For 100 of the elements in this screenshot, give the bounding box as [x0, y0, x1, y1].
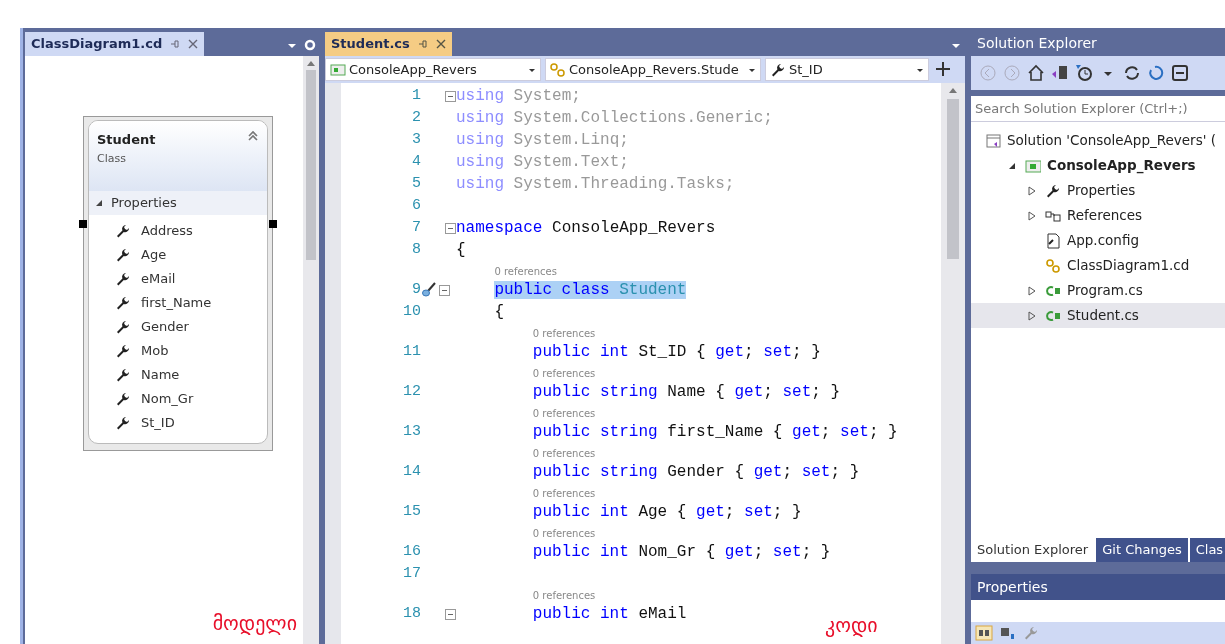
scroll-up-icon[interactable] — [307, 60, 315, 66]
property-name: Address — [141, 221, 193, 240]
navigation-dropdown[interactable]: ConsoleApp_Revers.Stude — [545, 58, 761, 81]
code-line: public int Nom_Gr { get; set; } — [532, 543, 831, 561]
property-name: eMail — [141, 269, 176, 288]
tree-item[interactable]: Properties — [971, 178, 1225, 203]
navigation-dropdown[interactable]: ConsoleApp_Revers — [325, 58, 541, 81]
wrench-icon — [770, 61, 786, 78]
panel-tab[interactable]: Clas — [1189, 538, 1225, 562]
project-icon — [1025, 157, 1041, 174]
tree-item[interactable]: Program.cs — [971, 278, 1225, 303]
scrollbar-thumb[interactable] — [947, 99, 959, 259]
wrench-icon — [1045, 182, 1061, 199]
sync-icon[interactable] — [1123, 64, 1141, 82]
reference-count[interactable]: 0 references — [532, 486, 596, 501]
code-line: public int eMail — [532, 605, 687, 623]
fold-toggle[interactable] — [445, 608, 456, 620]
expanded-triangle-icon[interactable] — [95, 198, 103, 207]
panel-tab[interactable]: Git Changes — [1096, 538, 1188, 562]
tree-item[interactable]: App.config — [971, 228, 1225, 253]
scrollbar[interactable] — [941, 83, 965, 644]
code-line: { — [456, 241, 466, 259]
reference-count[interactable]: 0 references — [532, 366, 596, 381]
reference-count[interactable]: 0 references — [532, 526, 596, 541]
close-icon[interactable] — [188, 39, 199, 49]
tree-item[interactable]: Solution 'ConsoleApp_Revers' ( — [971, 128, 1225, 153]
panel-title: Solution Explorer — [976, 33, 1098, 53]
code-line: using System.Collections.Generic; — [456, 109, 773, 127]
fold-toggle[interactable] — [445, 222, 456, 234]
navigation-dropdown[interactable]: St_ID — [765, 58, 929, 81]
document-tab[interactable]: Student.cs — [325, 32, 452, 56]
tree-item[interactable]: ClassDiagram1.cd — [971, 253, 1225, 278]
brush-icon[interactable] — [421, 282, 437, 298]
property-name: Nom_Gr — [141, 389, 194, 408]
pin-icon[interactable] — [170, 39, 181, 49]
line-number: 16 — [402, 541, 421, 562]
scrollbar[interactable] — [303, 56, 319, 644]
line-number: 5 — [411, 173, 421, 194]
alphabetical-icon[interactable] — [999, 625, 1017, 641]
fold-toggle[interactable] — [445, 90, 456, 102]
search-field[interactable]: Search Solution Explorer (Ctrl+;) — [971, 96, 1225, 122]
selection-handle[interactable] — [269, 220, 277, 228]
code-line: namespace ConsoleApp_Revers — [456, 219, 716, 237]
reference-count[interactable]: 0 references — [532, 446, 596, 461]
code-line: public int Age { get; set; } — [532, 503, 802, 521]
reference-count[interactable]: 0 references — [532, 588, 596, 603]
code-line: using System; — [456, 87, 581, 105]
scrollbar-thumb[interactable] — [306, 70, 316, 260]
reference-count[interactable]: 0 references — [532, 406, 596, 421]
property-name: Gender — [141, 317, 189, 336]
document-tab[interactable]: ClassDiagram1.cd — [25, 32, 205, 56]
refresh-icon[interactable] — [1147, 64, 1165, 82]
property-name: St_ID — [141, 413, 175, 432]
class-shape[interactable]: Student Class Properties Address Age eMail first_Name Gender Mob Name Nom_Gr St_ID — [83, 116, 273, 451]
pin-icon[interactable] — [417, 39, 428, 49]
scroll-up-icon[interactable] — [949, 87, 957, 93]
code-line: public string Gender { get; set; } — [532, 463, 860, 481]
line-number: 7 — [411, 217, 421, 238]
code-line: { — [494, 303, 504, 321]
code-line: public string Name { get; set; } — [532, 383, 841, 401]
collapsed-triangle-icon[interactable] — [1028, 185, 1036, 196]
fold-toggle[interactable] — [439, 284, 450, 296]
wrench-icon — [115, 366, 131, 383]
collapsed-triangle-icon[interactable] — [1028, 310, 1036, 321]
collapse-chevron-icon[interactable] — [247, 130, 259, 142]
tree-item[interactable]: ConsoleApp_Revers — [971, 153, 1225, 178]
collapse-all-icon[interactable] — [1171, 64, 1189, 82]
line-number: 3 — [411, 129, 421, 150]
property-name: Name — [141, 365, 180, 384]
collapsed-triangle-icon[interactable] — [1028, 210, 1036, 221]
collapsed-triangle-icon[interactable] — [1028, 285, 1036, 296]
categorized-icon[interactable] — [975, 625, 993, 641]
reference-count[interactable]: 0 references — [532, 326, 596, 341]
line-number: 8 — [411, 239, 421, 260]
class-kind-label: Class — [97, 151, 127, 167]
reference-count[interactable]: 0 references — [494, 264, 557, 279]
close-icon[interactable] — [435, 39, 446, 49]
wrench-icon — [115, 414, 131, 431]
property-name: first_Name — [141, 293, 212, 312]
wrench-icon — [115, 390, 131, 407]
annotation-label: მოდელი — [212, 610, 297, 637]
config-file-icon — [1045, 232, 1061, 249]
solution-icon — [985, 132, 1001, 149]
tree-item[interactable]: Student.cs — [971, 303, 1225, 328]
code-line: using System.Linq; — [456, 131, 629, 149]
tree-item[interactable]: References — [971, 203, 1225, 228]
line-number: 2 — [411, 107, 421, 128]
wrench-icon — [115, 318, 131, 335]
home-icon[interactable] — [1027, 64, 1045, 82]
property-name: Age — [141, 245, 167, 264]
property-name: Mob — [141, 341, 169, 360]
project-icon — [330, 61, 346, 78]
wrench-icon — [115, 270, 131, 287]
expanded-triangle-icon[interactable] — [1008, 161, 1016, 170]
selection-handle[interactable] — [79, 220, 87, 228]
class-diagram-icon — [1045, 257, 1061, 274]
switch-view-icon[interactable] — [1051, 64, 1069, 82]
line-number: 6 — [411, 195, 421, 216]
history-icon[interactable] — [1075, 64, 1093, 82]
wrench-icon — [115, 342, 131, 359]
